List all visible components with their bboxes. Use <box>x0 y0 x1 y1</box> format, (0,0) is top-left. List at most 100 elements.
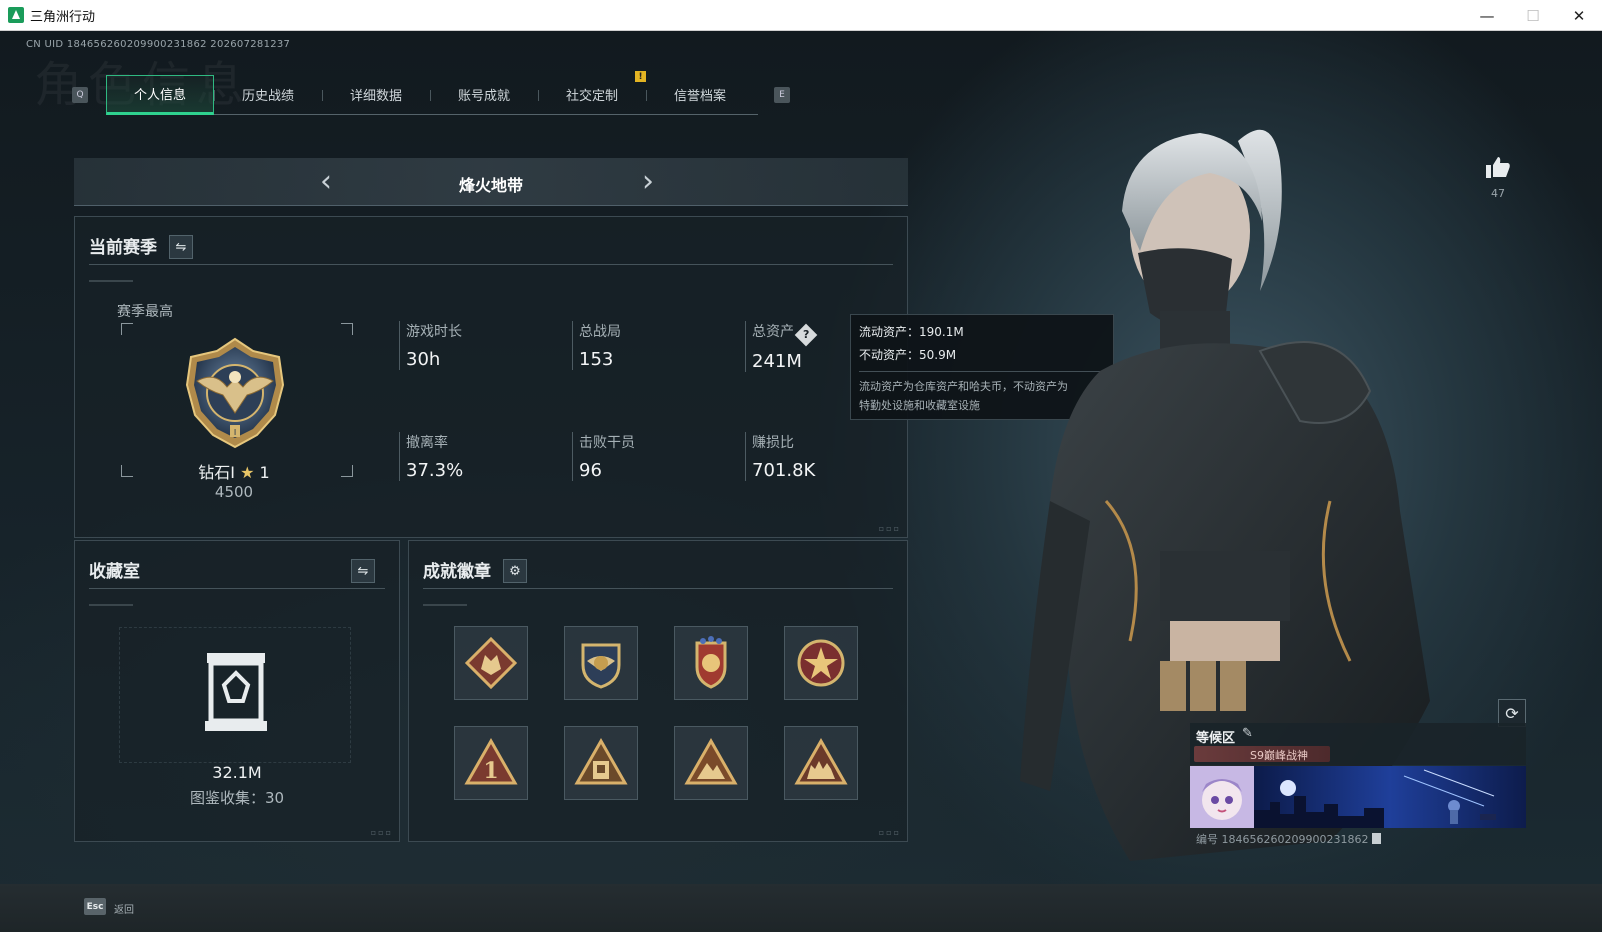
tab-history[interactable]: 历史战绩 <box>214 75 322 115</box>
mountain-icon <box>684 737 738 785</box>
rank-name-row: 钻石Ⅰ ★ 1 <box>145 459 323 483</box>
tab-detailed-data[interactable]: 详细数据 <box>322 75 430 115</box>
stat-label: 撤离率 <box>406 435 448 451</box>
wolf-emblem-icon <box>464 636 518 690</box>
eagle-shield-icon <box>581 643 621 689</box>
corner-bracket <box>121 323 133 335</box>
collection-value: 32.1M <box>212 763 262 782</box>
mountain-badge[interactable] <box>674 726 748 800</box>
collection-room-panel[interactable]: 收藏室 ⇋ 32.1M 图鉴收集：30 ▫▫▫ <box>74 540 400 842</box>
like-count: 47 <box>1491 187 1505 200</box>
collection-panel-title: 收藏室 <box>89 562 140 582</box>
title-badge-text: S9巅峰战神 <box>1250 749 1308 762</box>
tab-prev-key[interactable]: Q <box>72 87 88 103</box>
stat-value: 96 <box>579 460 602 481</box>
wolves-icon <box>794 737 848 785</box>
swap-icon: ⇋ <box>357 563 369 579</box>
tab-social-custom[interactable]: 社交定制 <box>538 75 646 115</box>
display-case-icon <box>205 653 267 731</box>
esc-key[interactable]: Esc <box>84 898 106 915</box>
corner-bracket <box>121 465 133 477</box>
star-medal-icon <box>797 639 845 687</box>
stat-value: 241M <box>752 351 802 372</box>
mode-next-arrow[interactable]: › <box>642 167 654 197</box>
tower-badge[interactable] <box>564 726 638 800</box>
stat-play-time: 游戏时长 30h <box>399 321 462 370</box>
stat-value: 30h <box>406 349 441 370</box>
back-label[interactable]: 返回 <box>114 901 134 916</box>
minimize-button[interactable]: — <box>1464 0 1510 31</box>
panel-sub-line <box>89 604 133 606</box>
title-badge: S9巅峰战神 <box>1194 746 1330 762</box>
wolf-emblem-badge[interactable] <box>454 626 528 700</box>
panel-divider <box>89 264 893 265</box>
stat-label: 游戏时长 <box>406 324 462 340</box>
crest-badge[interactable] <box>674 626 748 700</box>
star-medal-badge[interactable] <box>784 626 858 700</box>
collection-count: 图鉴收集：30 <box>189 789 285 807</box>
number-one-icon: 1 <box>464 737 518 785</box>
panel-corner-dots: ▫▫▫ <box>878 828 901 837</box>
like-button[interactable]: 47 <box>1478 155 1518 200</box>
bottom-bar: Esc 返回 <box>0 884 1602 932</box>
edit-icon[interactable]: ✎ <box>1242 726 1253 741</box>
uid-line: CN UID 1846562602099002318​62 2026072812… <box>26 39 291 50</box>
crest-icon <box>695 636 727 689</box>
player-avatar[interactable] <box>1190 766 1254 828</box>
tab-achievements[interactable]: 账号成就 <box>430 75 538 115</box>
tower-icon <box>574 737 628 785</box>
tab-alert-badge: ! <box>635 71 646 82</box>
rank-score: 4500 <box>214 483 254 501</box>
window-controls: — ☐ ✕ <box>1464 0 1602 31</box>
corner-bracket <box>341 465 353 477</box>
swap-icon: ⇋ <box>175 239 187 255</box>
app-logo-icon <box>8 7 24 23</box>
season-panel-title: 当前赛季 <box>89 238 157 258</box>
stat-value: 701.8K <box>752 460 816 481</box>
eagle-shield-badge[interactable] <box>564 626 638 700</box>
stat-total-assets: 总资产? 241M <box>745 321 818 372</box>
svg-text:1: 1 <box>483 758 498 784</box>
stat-label: 赚损比 <box>752 435 794 451</box>
badges-panel-title: 成就徽章 <box>423 562 491 582</box>
panel-corner-dots: ▫▫▫ <box>370 828 393 837</box>
tab-credit-record[interactable]: 信誉档案 <box>646 75 754 115</box>
panel-divider <box>423 588 893 589</box>
window-title: 三角洲行动 <box>30 9 96 25</box>
close-button[interactable]: ✕ <box>1556 0 1602 31</box>
profile-card-header: 等候区 ✎ S9巅峰战神 <box>1190 723 1526 765</box>
mode-selector: ‹ 烽火地带 › <box>74 158 908 206</box>
stat-extract-rate: 撤离率 37.3% <box>399 432 463 481</box>
help-icon[interactable]: ? <box>794 323 818 347</box>
panel-sub-line <box>423 604 467 606</box>
panel-corner-dots: ▫▫▫ <box>878 524 901 533</box>
corner-bracket <box>341 323 353 335</box>
copy-icon[interactable] <box>1372 833 1382 844</box>
game-viewport: 角色信息 CN UID 1846562602099002318​62 20260… <box>0 31 1602 884</box>
wolves-badge[interactable] <box>784 726 858 800</box>
stat-total-matches: 总战局 153 <box>572 321 621 370</box>
diamond-rank-emblem-icon: I <box>185 337 285 449</box>
collection-switch-button[interactable]: ⇋ <box>351 559 375 583</box>
stat-operators-defeated: 击败干员 96 <box>572 432 635 481</box>
current-season-panel: 当前赛季 ⇋ 赛季最高 I 钻石Ⅰ ★ 1 4500 游戏时长 30h 总战局 … <box>74 216 908 538</box>
thumbs-up-icon <box>1486 157 1510 178</box>
number-one-badge[interactable]: 1 <box>454 726 528 800</box>
badges-settings-button[interactable]: ⚙ <box>503 559 527 583</box>
achievement-badges-panel: 成就徽章 ⚙ 1 ▫▫▫ <box>408 540 908 842</box>
season-switch-button[interactable]: ⇋ <box>169 235 193 259</box>
stat-value: 37.3% <box>406 460 464 481</box>
profile-banner-image <box>1254 766 1526 828</box>
mode-label: 烽火地带 <box>458 176 523 195</box>
panel-sub-line <box>89 280 133 282</box>
maximize-button[interactable]: ☐ <box>1510 0 1556 31</box>
svg-text:I: I <box>234 428 236 437</box>
waiting-zone-label: 等候区 <box>1196 731 1236 746</box>
panel-divider <box>89 588 385 589</box>
tab-personal-info[interactable]: 个人信息 <box>106 74 214 115</box>
season-best-label: 赛季最高 <box>117 304 173 320</box>
tab-next-key[interactable]: E <box>774 87 790 103</box>
rank-star-icon: ★ <box>240 463 255 482</box>
stat-value: 153 <box>579 349 614 370</box>
gear-icon: ⚙ <box>509 563 521 579</box>
